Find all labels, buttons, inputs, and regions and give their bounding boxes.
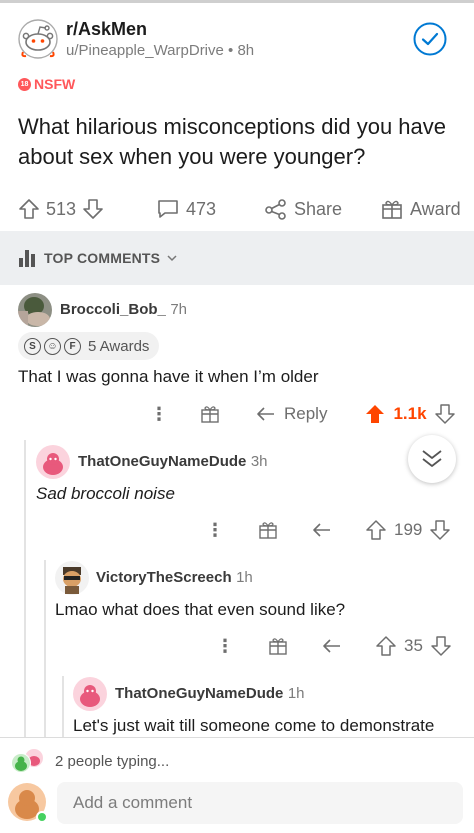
gift-icon[interactable] — [268, 636, 288, 656]
check-circle-icon — [413, 22, 447, 56]
comment-header: ThatOneGuyNameDude 3h — [78, 453, 268, 471]
user-avatar[interactable] — [36, 445, 70, 479]
post-age: 8h — [237, 42, 255, 59]
user-avatar[interactable] — [18, 293, 52, 327]
double-chevron-down-icon — [422, 450, 442, 467]
nsfw-label: NSFW — [34, 76, 76, 92]
reply-arrow-icon[interactable] — [312, 522, 332, 538]
comment-body: Sad broccoli noise — [36, 484, 175, 503]
comment-actions: ⋮ 199 — [206, 517, 451, 543]
comment-time: 3h — [250, 453, 268, 470]
typing-avatars — [10, 748, 46, 774]
user-avatar[interactable] — [55, 561, 89, 595]
gift-icon[interactable] — [258, 520, 278, 540]
comment-username[interactable]: VictoryTheScreech — [96, 569, 232, 586]
thread-line[interactable] — [44, 560, 46, 740]
typing-indicator: 2 people typing... — [55, 753, 170, 770]
more-options-icon[interactable]: ⋮ — [206, 520, 224, 541]
downvote-icon[interactable] — [82, 198, 104, 220]
comment-time: 1h — [236, 569, 253, 586]
thread-line[interactable] — [62, 676, 64, 740]
comment-header: Broccoli_Bob_ 7h — [60, 301, 187, 319]
upvote-count: 513 — [46, 198, 77, 219]
gift-icon[interactable] — [200, 404, 220, 424]
joined-check-button[interactable] — [413, 22, 447, 56]
chevron-down-icon — [167, 255, 177, 262]
share-button[interactable]: Share — [264, 192, 342, 226]
add-comment-input[interactable]: Add a comment — [57, 782, 463, 824]
comment-actions: ⋮ 35 — [216, 633, 451, 659]
upvote-active-icon[interactable] — [365, 404, 385, 424]
comment-score: 1.1k — [393, 404, 427, 423]
awards-pill[interactable]: S ☺ F 5 Awards — [18, 332, 160, 360]
add-comment-placeholder: Add a comment — [73, 793, 193, 812]
comment-score: 35 — [404, 636, 423, 655]
award-silver-icon: S — [24, 337, 41, 355]
awards-count: 5 Awards — [88, 337, 150, 355]
reply-arrow-icon[interactable] — [322, 638, 342, 654]
award-label: Award — [410, 198, 461, 219]
upvote-icon[interactable] — [376, 636, 396, 656]
comment-header: VictoryTheScreech 1h — [96, 569, 253, 587]
subreddit-avatar[interactable] — [18, 19, 58, 59]
my-avatar[interactable] — [8, 782, 48, 824]
comment-time: 1h — [287, 685, 305, 702]
award-smile-icon: ☺ — [44, 337, 61, 355]
post-action-bar: 513 473 Share Award — [0, 192, 474, 226]
comments-button[interactable]: 473 — [156, 192, 216, 226]
divider — [0, 737, 474, 738]
more-options-icon[interactable]: ⋮ — [216, 636, 234, 657]
share-icon — [265, 199, 286, 220]
award-f-icon: F — [64, 337, 81, 355]
downvote-icon[interactable] — [434, 404, 455, 424]
comment-username[interactable]: Broccoli_Bob_ — [60, 301, 166, 318]
comment-header: ThatOneGuyNameDude 1h — [115, 685, 305, 703]
award-button[interactable]: Award — [380, 192, 461, 226]
upvote-icon[interactable] — [366, 520, 386, 540]
comment-count: 473 — [186, 198, 217, 219]
user-avatar[interactable] — [73, 677, 107, 711]
share-label: Share — [294, 198, 343, 219]
downvote-icon[interactable] — [431, 636, 451, 656]
reply-label: Reply — [284, 404, 328, 423]
reply-button[interactable]: Reply — [256, 404, 327, 424]
subreddit-name[interactable]: r/AskMen — [66, 19, 147, 40]
post-author[interactable]: u/Pineapple_WarpDrive — [66, 42, 224, 59]
comment-body: That I was gonna have it when I’m older — [18, 367, 319, 386]
comment-sort-bar[interactable]: TOP COMMENTS — [0, 231, 474, 285]
gift-icon — [382, 200, 402, 219]
upvote-icon[interactable] — [18, 198, 40, 220]
comment-username[interactable]: ThatOneGuyNameDude — [78, 453, 246, 470]
nsfw-18-icon: 18 — [18, 77, 31, 91]
thread-line[interactable] — [24, 440, 26, 740]
comment-actions: ⋮ Reply 1.1k — [150, 401, 455, 427]
downvote-icon[interactable] — [430, 520, 451, 540]
nsfw-tag: 18 NSFW — [18, 76, 75, 92]
comment-score: 199 — [394, 520, 423, 539]
comment-body: Let's just wait till someone come to dem… — [73, 716, 435, 735]
collapse-thread-button[interactable] — [408, 435, 456, 483]
comment-time: 7h — [170, 301, 187, 318]
bar-chart-icon — [19, 250, 35, 267]
vote-group: 513 — [18, 192, 104, 226]
post-meta: u/Pineapple_WarpDrive • 8h — [66, 42, 254, 59]
comment-bubble-icon — [158, 200, 178, 218]
comment-body: Lmao what does that even sound like? — [55, 600, 346, 619]
post-title[interactable]: What hilarious misconceptions did you ha… — [18, 112, 463, 172]
reply-arrow-icon — [257, 407, 274, 421]
comment-username[interactable]: ThatOneGuyNameDude — [115, 685, 283, 702]
sort-label: TOP COMMENTS — [44, 250, 161, 266]
more-options-icon[interactable]: ⋮ — [150, 404, 168, 425]
top-border — [0, 0, 474, 3]
